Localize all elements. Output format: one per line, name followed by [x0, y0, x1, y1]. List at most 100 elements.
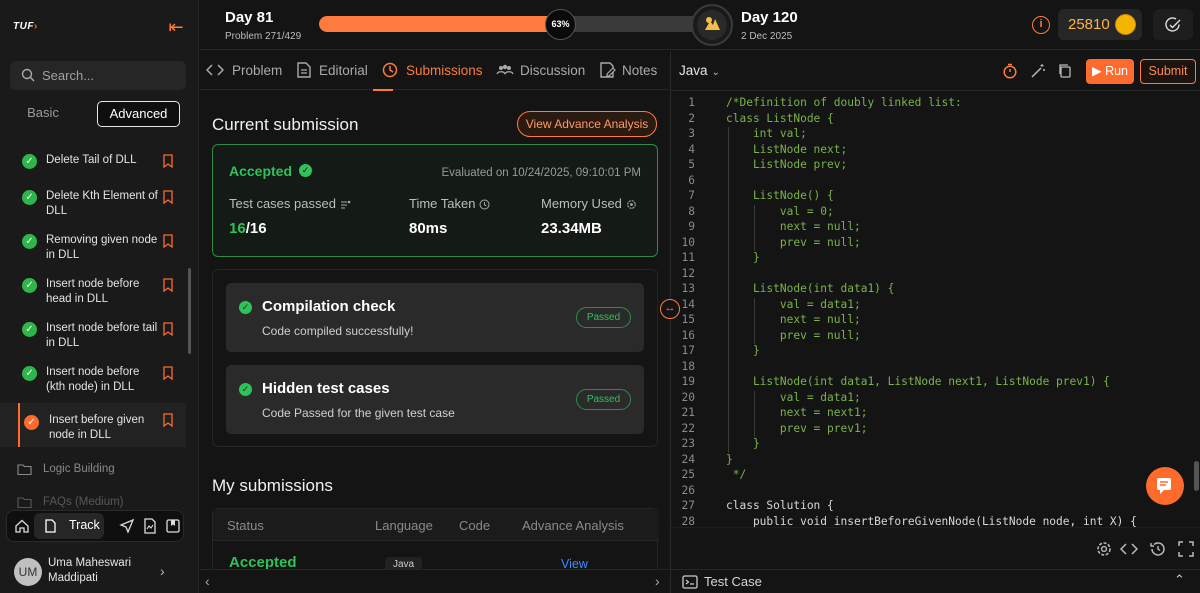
code-line[interactable]: 11 }	[671, 251, 1200, 267]
progress-percent: 63%	[545, 9, 576, 40]
navigate-icon[interactable]	[119, 518, 135, 534]
bookmark-icon[interactable]	[162, 234, 174, 248]
code-line[interactable]: 5 ListNode prev;	[671, 158, 1200, 174]
code-line[interactable]: 14 val = data1;	[671, 298, 1200, 314]
time-label: Time Taken	[409, 196, 490, 211]
home-icon[interactable]	[14, 518, 30, 534]
magic-wand-icon[interactable]	[1030, 63, 1046, 79]
problem-item[interactable]: ✓ Removing given node in DLL	[0, 226, 186, 270]
code-line[interactable]: 3 int val;	[671, 127, 1200, 143]
code-area[interactable]: 1 /*Definition of doubly linked list: 2 cla…	[671, 92, 1200, 527]
code-text: }	[726, 344, 760, 357]
run-button[interactable]: ▶ Run	[1086, 59, 1134, 84]
line-number: 23	[681, 437, 695, 450]
track-button[interactable]: Track	[34, 513, 104, 539]
bookmark-icon[interactable]	[162, 190, 174, 204]
code-line[interactable]: 23 }	[671, 437, 1200, 453]
submissions-content: Current submission View Advance Analysis…	[200, 91, 670, 569]
solved-check-icon: ✓	[22, 190, 37, 205]
code-icon[interactable]	[1120, 540, 1138, 558]
info-icon[interactable]: i	[1032, 16, 1050, 34]
code-line[interactable]: 21 next = next1;	[671, 406, 1200, 422]
code-line[interactable]: 10 prev = null;	[671, 236, 1200, 252]
fullscreen-icon[interactable]	[1177, 540, 1195, 558]
code-line[interactable]: 12	[671, 267, 1200, 283]
panel-tabs: Problem Editorial Submissions Discussion…	[200, 51, 670, 91]
chevron-up-icon[interactable]: ⌃	[1174, 572, 1185, 588]
code-line[interactable]: 17 }	[671, 344, 1200, 360]
code-text: prev = null;	[726, 328, 861, 342]
code-text: }	[726, 437, 760, 450]
code-line[interactable]: 28 public void insertBeforeGivenNode(Lis…	[671, 515, 1200, 528]
streak-progress-bar	[319, 16, 701, 32]
bookmark-list-icon[interactable]	[165, 518, 181, 534]
code-line[interactable]: 8 val = 0;	[671, 205, 1200, 221]
search-box[interactable]	[10, 61, 186, 90]
code-line[interactable]: 22 prev = prev1;	[671, 422, 1200, 438]
bookmark-icon[interactable]	[162, 366, 174, 380]
copy-icon[interactable]	[1057, 63, 1073, 79]
chevron-left-icon[interactable]: ‹	[205, 573, 210, 589]
check-title: Compilation check	[262, 298, 396, 315]
problem-item[interactable]: ✓ Insert node before head in DLL	[0, 270, 186, 314]
check-icon: ✓	[239, 301, 252, 314]
submit-button[interactable]: Submit	[1140, 59, 1196, 84]
code-line[interactable]: 27 class Solution {	[671, 499, 1200, 515]
problem-item-active[interactable]: ✓ Insert before given node in DLL	[0, 403, 186, 447]
bookmark-icon[interactable]	[162, 413, 174, 427]
problem-item[interactable]: ✓ Delete Kth Element of DLL	[0, 182, 186, 226]
timer-icon[interactable]	[1002, 63, 1018, 79]
code-line[interactable]: 18	[671, 360, 1200, 376]
code-line[interactable]: 7 ListNode() {	[671, 189, 1200, 205]
code-line[interactable]: 16 prev = null;	[671, 329, 1200, 345]
editor-scrollbar[interactable]	[1194, 461, 1199, 491]
document-icon	[297, 62, 311, 78]
check-button[interactable]	[1153, 9, 1193, 40]
resize-handle-icon[interactable]: ↔	[660, 299, 680, 319]
problem-item[interactable]: ✓ Insert node before (kth node) in DLL	[0, 358, 186, 402]
code-line[interactable]: 1 /*Definition of doubly linked list:	[671, 96, 1200, 112]
view-link[interactable]: View	[561, 557, 588, 569]
code-line[interactable]: 19 ListNode(int data1, ListNode next1, L…	[671, 375, 1200, 391]
evaluated-timestamp: Evaluated on 10/24/2025, 09:10:01 PM	[441, 167, 642, 179]
bookmark-icon[interactable]	[162, 278, 174, 292]
code-line[interactable]: 25 */	[671, 468, 1200, 484]
collapse-sidebar-icon[interactable]: ⇤	[165, 17, 187, 37]
coin-balance[interactable]: 25810	[1058, 9, 1142, 40]
code-line[interactable]: 6	[671, 174, 1200, 190]
code-line[interactable]: 26	[671, 484, 1200, 500]
code-line[interactable]: 20 val = data1;	[671, 391, 1200, 407]
code-line[interactable]: 9 next = null;	[671, 220, 1200, 236]
sidebar-scrollbar[interactable]	[188, 268, 191, 354]
code-line[interactable]: 13 ListNode(int data1) {	[671, 282, 1200, 298]
bookmark-icon[interactable]	[162, 154, 174, 168]
user-profile[interactable]: UM Uma Maheswari Maddipati ›	[14, 556, 184, 588]
chat-assistant-button[interactable]	[1146, 467, 1184, 505]
line-number: 1	[688, 96, 695, 109]
language-select[interactable]: Java ⌄	[679, 63, 720, 78]
column-status: Status	[227, 518, 264, 533]
settings-icon[interactable]	[1095, 540, 1113, 558]
code-text: ListNode(int data1) {	[726, 282, 895, 295]
line-number: 5	[688, 158, 695, 171]
sheet-icon[interactable]	[142, 518, 158, 534]
line-number: 11	[681, 251, 695, 264]
my-submissions-title: My submissions	[212, 476, 333, 495]
code-line[interactable]: 4 ListNode next;	[671, 143, 1200, 159]
advanced-toggle[interactable]: Advanced	[97, 101, 180, 127]
history-icon[interactable]	[1149, 540, 1167, 558]
search-input[interactable]	[42, 61, 182, 90]
check-title: Hidden test cases	[262, 380, 390, 397]
bookmark-icon[interactable]	[162, 322, 174, 336]
chevron-right-icon[interactable]: ›	[655, 573, 660, 589]
view-advance-analysis-button[interactable]: View Advance Analysis	[517, 111, 657, 137]
folder-logic-building[interactable]: Logic Building	[17, 461, 187, 479]
problem-item[interactable]: ✓ Insert node before tail in DLL	[0, 314, 186, 358]
basic-toggle[interactable]: Basic	[10, 101, 76, 127]
code-line[interactable]: 15 next = null;	[671, 313, 1200, 329]
code-line[interactable]: 2 class ListNode {	[671, 112, 1200, 128]
testcase-bar[interactable]: Test Case ⌃	[671, 569, 1200, 593]
code-line[interactable]: 24}	[671, 453, 1200, 469]
line-number: 22	[681, 421, 695, 435]
logo[interactable]: TUF›	[13, 21, 38, 32]
